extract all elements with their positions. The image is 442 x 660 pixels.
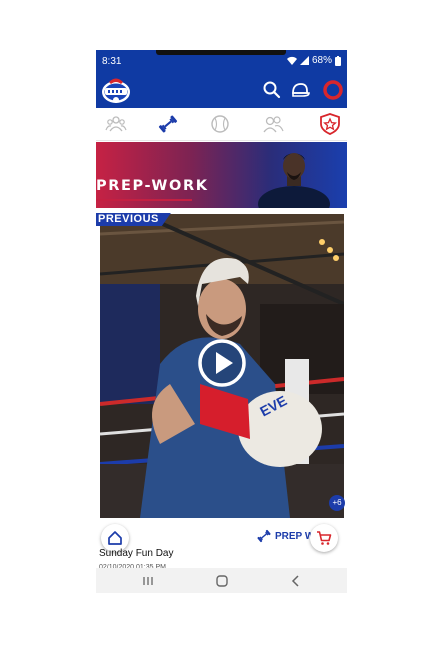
app-header: [96, 72, 347, 108]
dumbbell-icon[interactable]: [157, 113, 179, 135]
team-icon[interactable]: [105, 113, 127, 135]
category-tab-bar: [96, 108, 347, 141]
back-icon[interactable]: [288, 573, 304, 589]
video-thumbnail[interactable]: EVE: [100, 214, 344, 518]
cart-icon: [317, 531, 332, 545]
wifi-icon: [286, 56, 297, 65]
phone-screen: 8:31 68% PREP-WORK PREVIOUS EVE +6 PREP …: [96, 50, 347, 593]
baseball-icon[interactable]: [209, 113, 231, 135]
cap-icon[interactable]: [290, 80, 310, 100]
signal-icon: [299, 56, 309, 65]
camera-notch: [156, 50, 286, 55]
search-icon[interactable]: [262, 80, 282, 100]
status-bar: 8:31 68%: [96, 50, 347, 72]
post-title[interactable]: Sunday Fun Day: [99, 548, 174, 559]
battery-percent: 68%: [311, 55, 332, 66]
category-banner: PREP-WORK: [96, 142, 347, 208]
dumbbell-icon: [257, 529, 271, 543]
home-icon: [108, 531, 122, 545]
titan-logo[interactable]: [100, 75, 132, 105]
users-icon[interactable]: [262, 113, 284, 135]
star-badge-icon[interactable]: [318, 112, 342, 136]
play-icon[interactable]: [197, 338, 247, 388]
recent-apps-icon[interactable]: [140, 573, 156, 589]
home-nav-icon[interactable]: [214, 573, 230, 589]
banner-underline: [96, 199, 192, 201]
post-info: PREP WORK Sunday Fun Day 02/10/2020 01:3…: [96, 518, 347, 568]
status-time: 8:31: [102, 56, 122, 67]
athlete-portrait: [258, 153, 330, 208]
system-nav-bar: [96, 568, 347, 593]
cart-button[interactable]: [310, 524, 338, 552]
ring-icon[interactable]: [322, 79, 344, 101]
more-count-badge[interactable]: +6: [329, 495, 345, 511]
previous-badge: PREVIOUS: [96, 213, 171, 226]
banner-title: PREP-WORK: [96, 178, 209, 194]
battery-icon: [335, 55, 341, 66]
